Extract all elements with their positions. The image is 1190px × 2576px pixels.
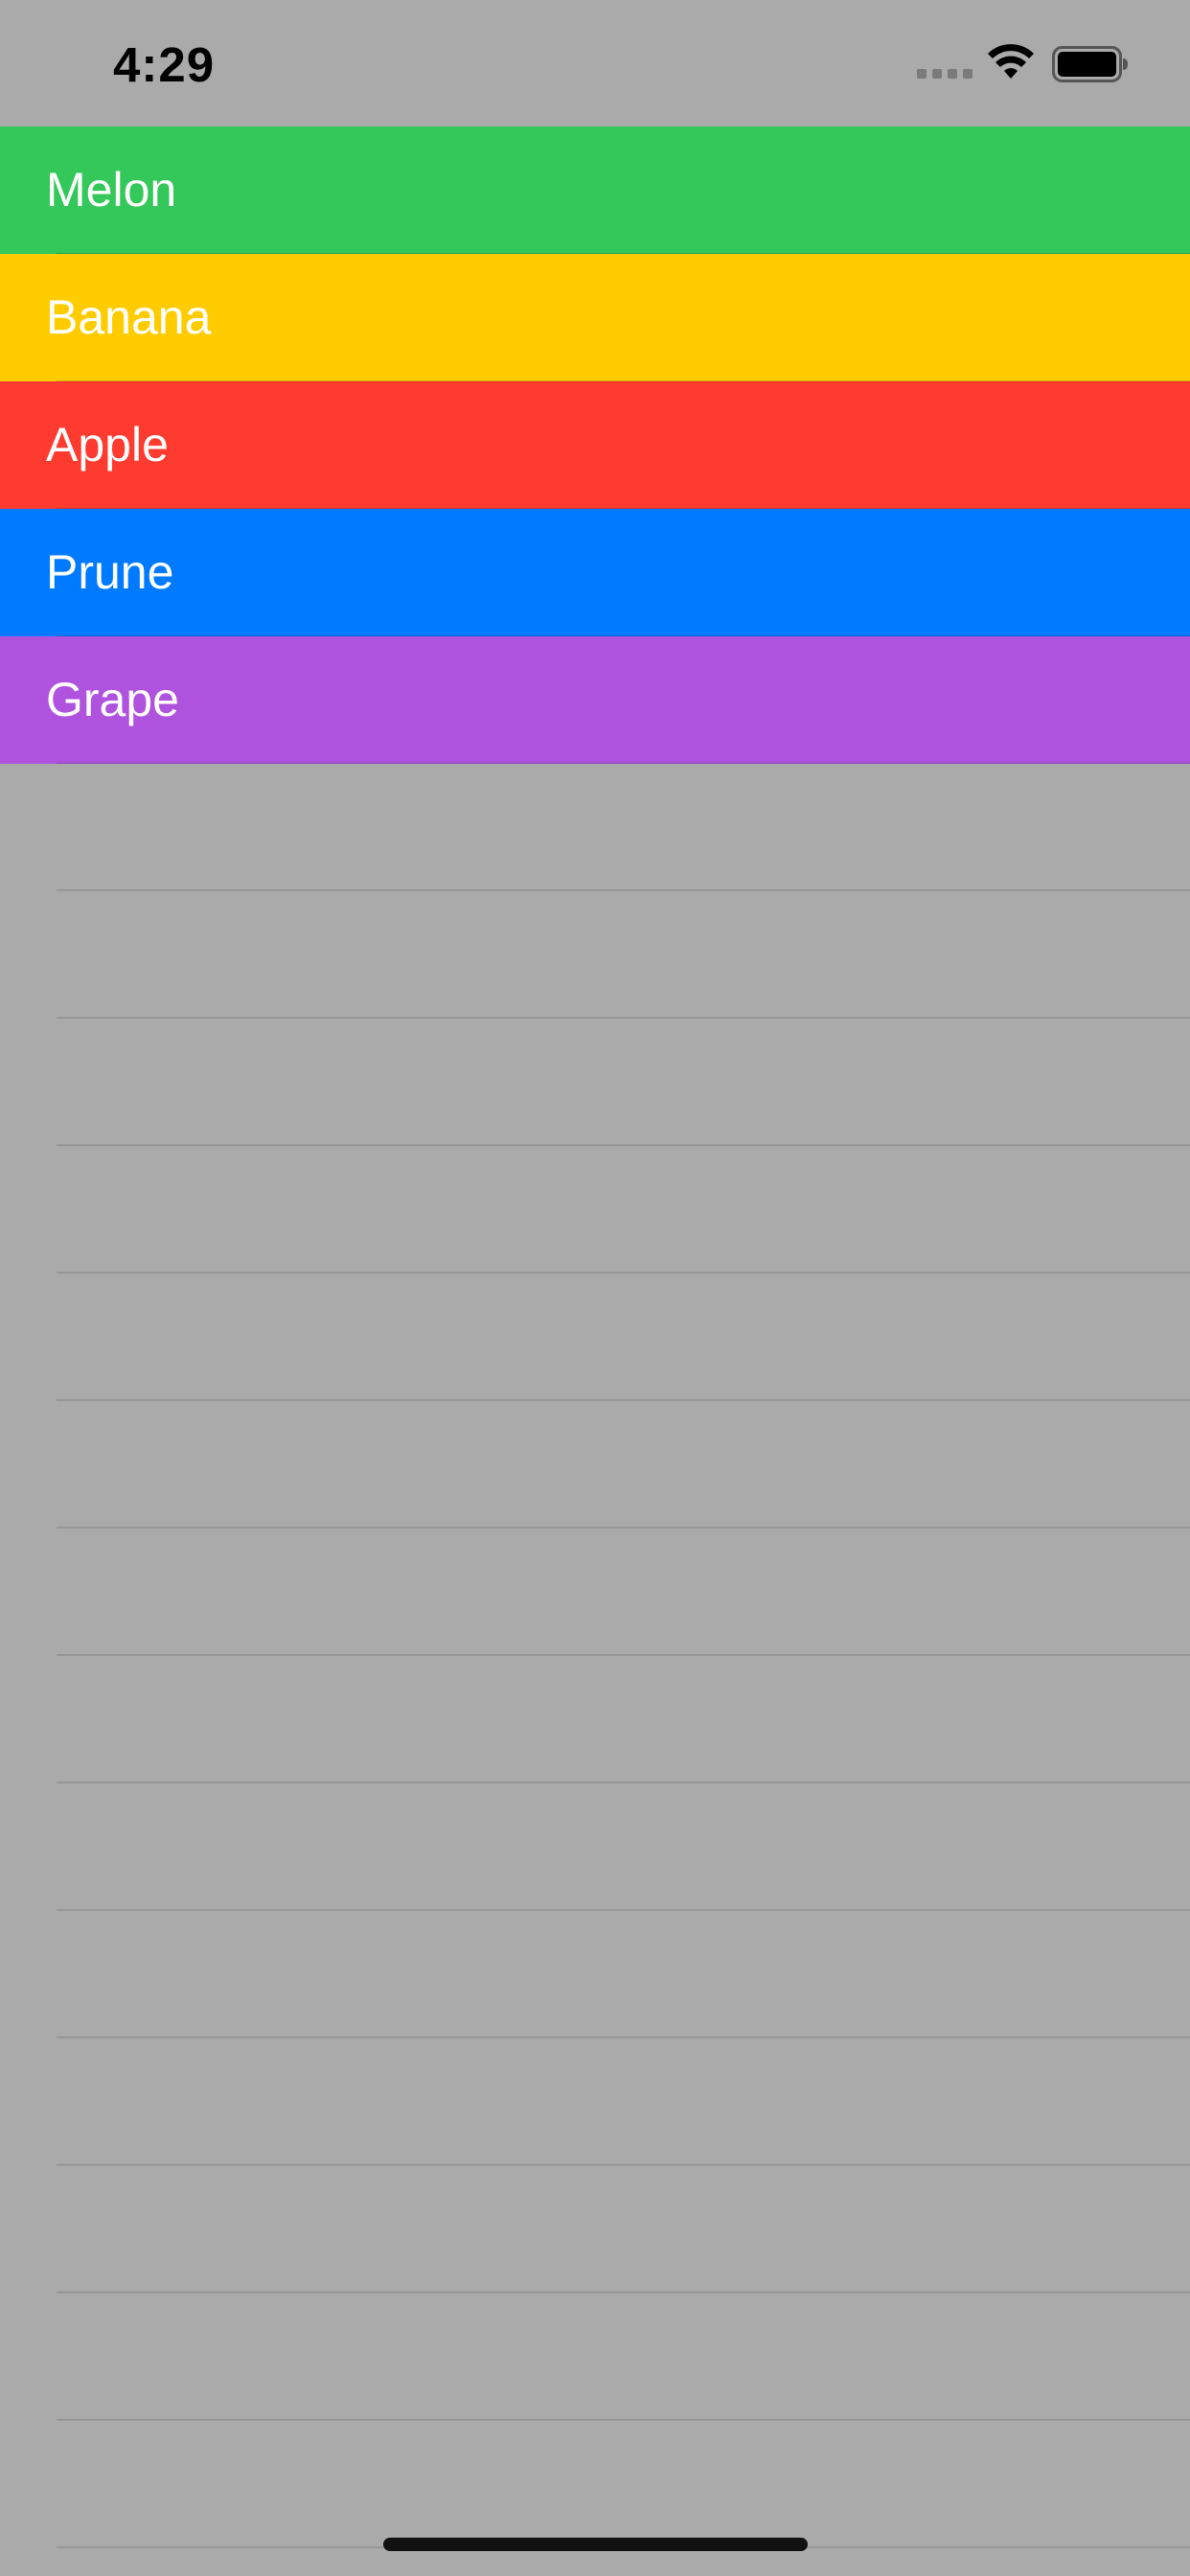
empty-row	[0, 2166, 1190, 2293]
list-item-melon[interactable]: Melon	[0, 126, 1190, 254]
empty-row	[0, 1401, 1190, 1529]
fruit-list: Melon Banana Apple Prune Grape	[0, 126, 1190, 764]
empty-row	[0, 2293, 1190, 2421]
status-time: 4:29	[113, 37, 216, 92]
list-item-label: Melon	[46, 163, 177, 217]
list-item-label: Apple	[46, 418, 169, 472]
empty-row	[0, 1019, 1190, 1146]
empty-rows-area	[0, 764, 1190, 2548]
empty-row	[0, 1783, 1190, 1911]
empty-row	[0, 1529, 1190, 1656]
empty-row	[0, 1656, 1190, 1783]
empty-row	[0, 1146, 1190, 1274]
empty-row	[0, 891, 1190, 1019]
list-item-label: Grape	[46, 673, 179, 726]
home-indicator[interactable]	[383, 2538, 808, 2551]
empty-row	[0, 1274, 1190, 1401]
status-bar: 4:29	[0, 0, 1190, 126]
list-item-prune[interactable]: Prune	[0, 509, 1190, 636]
list-item-apple[interactable]: Apple	[0, 381, 1190, 509]
list-item-banana[interactable]: Banana	[0, 254, 1190, 381]
empty-row	[0, 2038, 1190, 2166]
battery-icon	[1052, 46, 1128, 82]
list-item-label: Banana	[46, 290, 212, 344]
wifi-icon	[988, 44, 1034, 79]
empty-row	[0, 2421, 1190, 2548]
list-item-grape[interactable]: Grape	[0, 636, 1190, 764]
empty-row	[0, 1911, 1190, 2038]
cellular-signal-icon	[917, 69, 973, 79]
list-item-label: Prune	[46, 545, 174, 599]
empty-row	[0, 764, 1190, 891]
